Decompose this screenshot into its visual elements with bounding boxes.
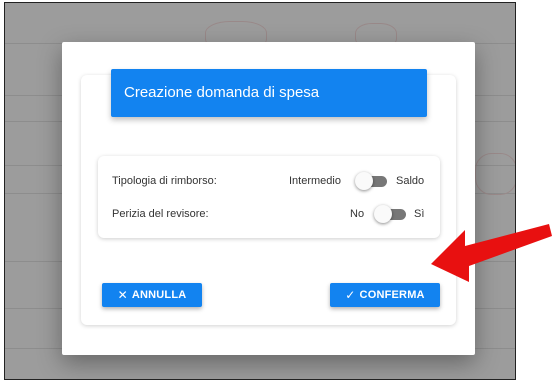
option-label: Tipologia di rimborso: [112,175,217,187]
cancel-button[interactable]: ✕ ANNULLA [102,283,202,307]
option-row-auditor: Perizia del revisore: No Sì [98,202,440,226]
dialog: Creazione domanda di spesa Tipologia di … [62,42,475,355]
option-left-value: No [350,208,365,220]
annotation-arrow-icon [431,224,552,282]
option-left-value: Intermedio [289,175,341,187]
option-right-value: Saldo [396,175,425,187]
dialog-title: Creazione domanda di spesa [111,69,427,117]
screenshot-frame: Creazione domanda di spesa Tipologia di … [4,2,516,380]
toggle-knob [355,172,373,190]
cancel-button-label: ANNULLA [131,289,187,301]
confirm-button-label: CONFERMA [359,289,425,301]
close-icon: ✕ [117,288,128,302]
option-right-value: Sì [414,208,425,220]
option-label: Perizia del revisore: [112,208,209,220]
options-panel: Tipologia di rimborso: Intermedio Saldo … [98,156,440,238]
check-icon: ✓ [345,288,356,302]
reimbursement-type-toggle[interactable] [355,171,387,191]
toggle-knob [374,205,392,223]
option-row-reimbursement: Tipologia di rimborso: Intermedio Saldo [98,169,440,193]
confirm-button[interactable]: ✓ CONFERMA [330,283,440,307]
auditor-report-toggle[interactable] [374,204,406,224]
